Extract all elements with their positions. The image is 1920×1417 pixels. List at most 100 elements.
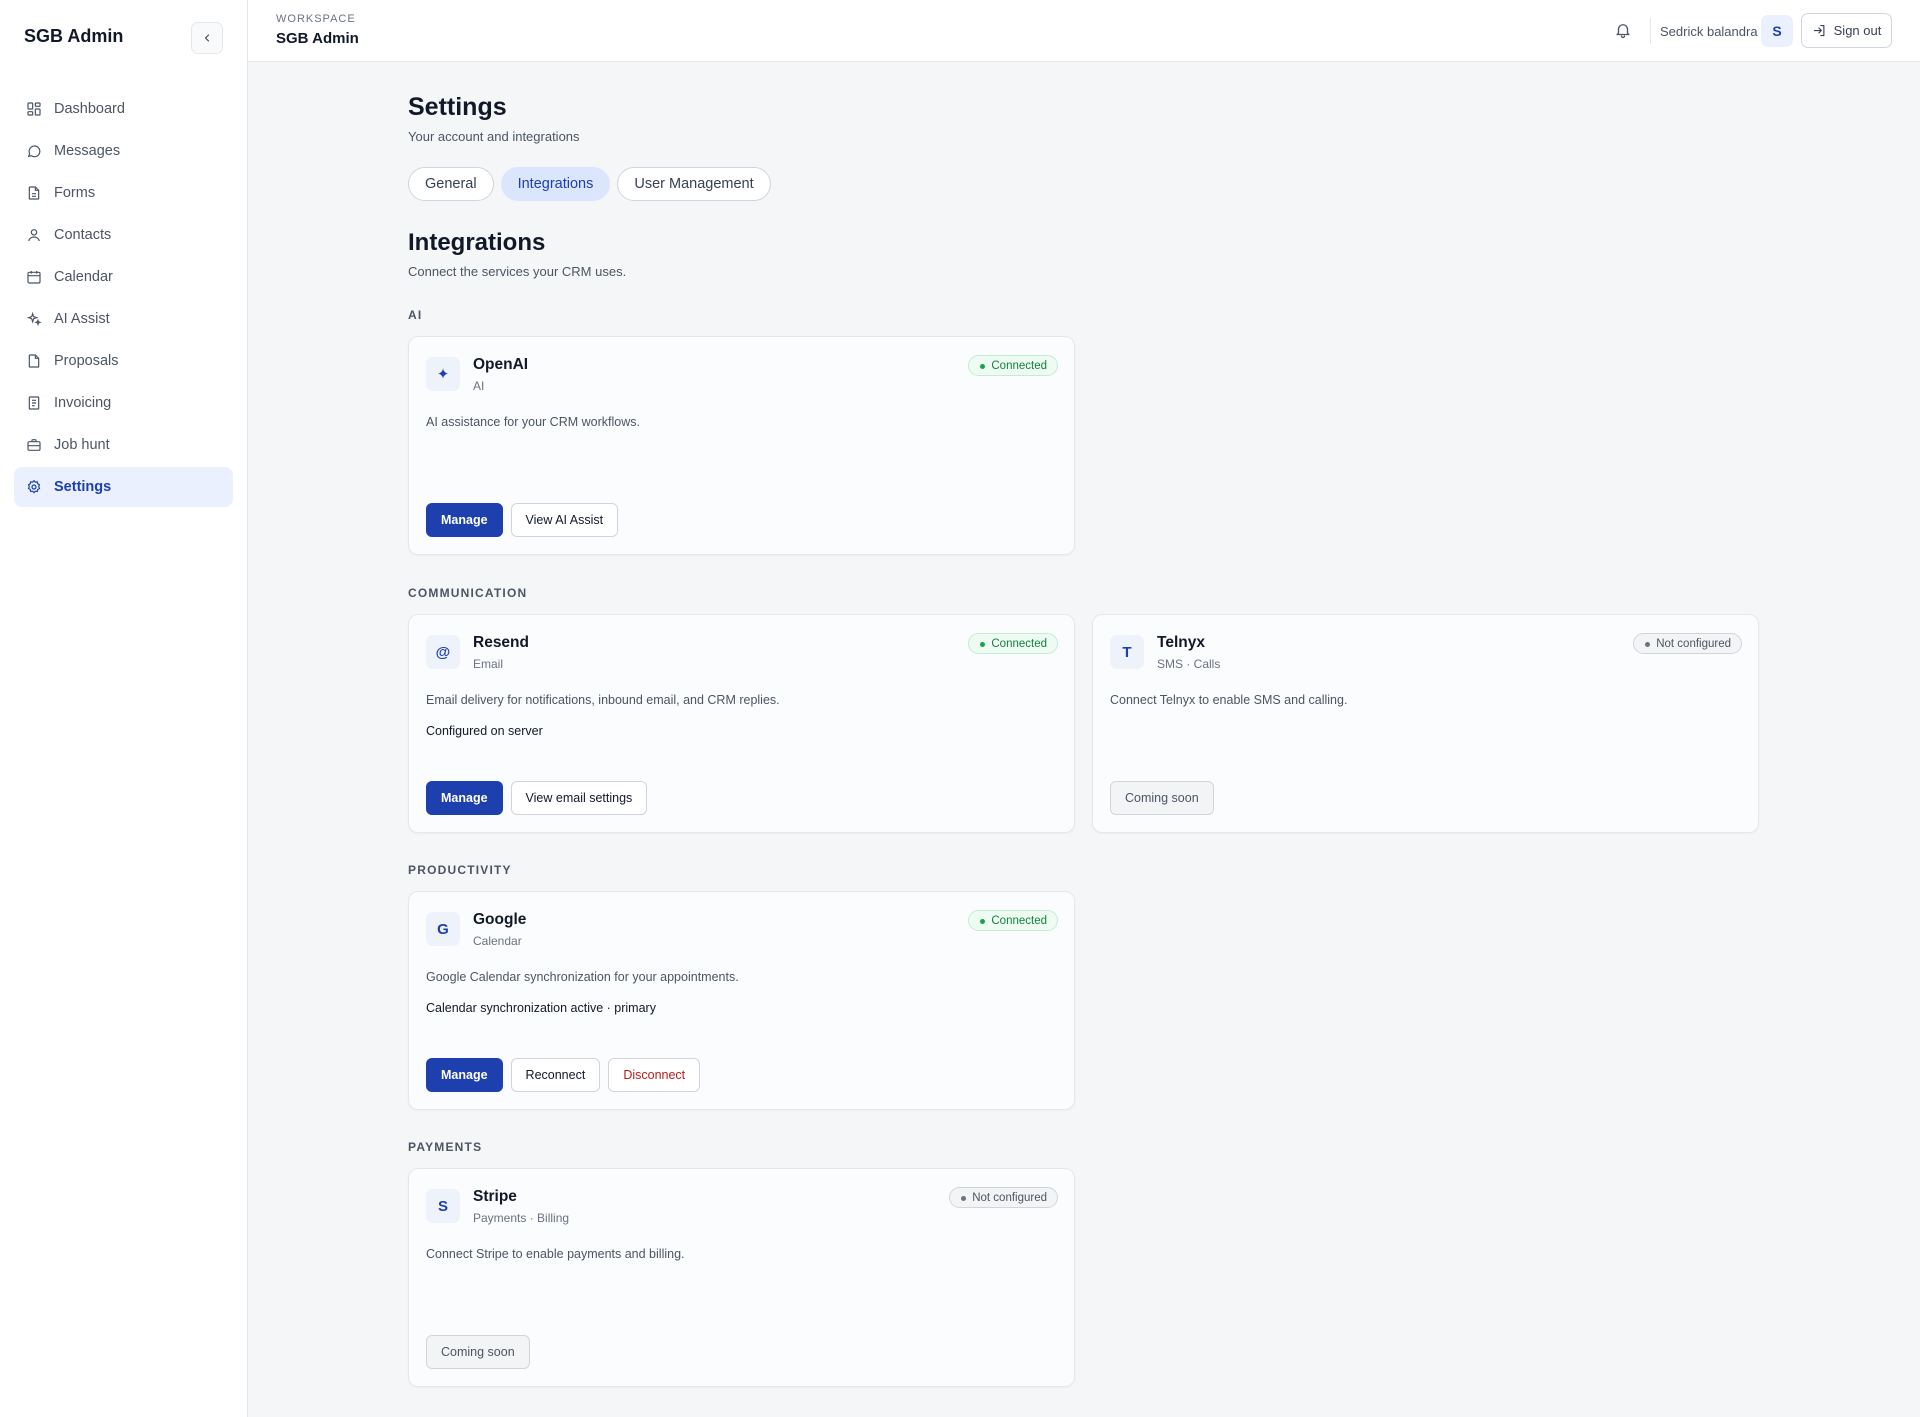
- integration-card-openai: ✦ OpenAI AI Connected AI assistance for …: [408, 336, 1075, 555]
- status-badge: Not configured: [949, 1187, 1058, 1208]
- tab-general[interactable]: General: [408, 167, 494, 201]
- sidebar-item-settings[interactable]: Settings: [14, 467, 233, 507]
- category-ai: AI: [408, 308, 423, 322]
- view-email-settings-button[interactable]: View email settings: [510, 781, 648, 815]
- sidebar-item-job-hunt[interactable]: Job hunt: [14, 425, 233, 465]
- integrations-title: Integrations: [408, 229, 546, 256]
- tab-user-management[interactable]: User Management: [617, 167, 771, 201]
- at-sign-icon: @: [426, 635, 460, 669]
- integration-description: Connect Telnyx to enable SMS and calling…: [1110, 693, 1348, 707]
- page-title: Settings: [408, 93, 507, 121]
- status-badge: Connected: [968, 355, 1058, 376]
- integration-status: Configured on server: [426, 724, 543, 738]
- sidebar-item-label: AI Assist: [54, 311, 110, 327]
- view-ai-assist-button[interactable]: View AI Assist: [510, 503, 619, 537]
- integration-card-resend: @ Resend Email Connected Email delivery …: [408, 614, 1075, 833]
- integration-type: AI: [473, 379, 485, 393]
- sidebar-nav: Dashboard Messages Forms Contacts Calend…: [14, 89, 233, 509]
- sign-in-icon: [1813, 24, 1825, 37]
- topbar: WORKSPACE SGB Admin Sedrick balandra S S…: [248, 0, 1920, 62]
- letter-g-icon: G: [426, 912, 460, 946]
- integration-type: Payments · Billing: [473, 1211, 570, 1225]
- integration-status: Calendar synchronization active · primar…: [426, 1001, 656, 1015]
- sparkle-icon: ✦: [426, 357, 460, 391]
- disconnect-button[interactable]: Disconnect: [608, 1058, 701, 1092]
- sign-out-label: Sign out: [1833, 23, 1882, 38]
- sidebar-item-label: Job hunt: [54, 437, 110, 453]
- sidebar-item-ai-assist[interactable]: AI Assist: [14, 299, 233, 339]
- page-subtitle: Your account and integrations: [408, 129, 580, 144]
- integration-type: Email: [473, 657, 504, 671]
- dashboard-icon: [27, 102, 41, 116]
- chevron-left-icon: [204, 34, 210, 42]
- sidebar-item-messages[interactable]: Messages: [14, 131, 233, 171]
- integration-description: AI assistance for your CRM workflows.: [426, 415, 640, 429]
- bell-icon[interactable]: [1614, 21, 1632, 39]
- sidebar-item-label: Contacts: [54, 227, 112, 243]
- briefcase-icon: [27, 439, 41, 451]
- manage-button[interactable]: Manage: [426, 1058, 503, 1092]
- integration-name: Telnyx: [1157, 634, 1205, 651]
- manage-button[interactable]: Manage: [426, 503, 503, 537]
- integration-description: Connect Stripe to enable payments and bi…: [426, 1247, 685, 1261]
- integrations-subtitle: Connect the services your CRM uses.: [408, 264, 627, 279]
- sidebar-item-label: Settings: [54, 479, 112, 495]
- coming-soon-button: Coming soon: [1110, 781, 1214, 815]
- status-badge: Connected: [968, 633, 1058, 654]
- sidebar-item-dashboard[interactable]: Dashboard: [14, 89, 233, 129]
- calendar-icon: [27, 271, 41, 284]
- integration-card-telnyx: T Telnyx SMS · Calls Not configured Conn…: [1092, 614, 1759, 833]
- tab-integrations[interactable]: Integrations: [500, 167, 611, 201]
- user-name: Sedrick balandra: [1660, 24, 1758, 39]
- integration-card-google: G Google Calendar Connected Google Calen…: [408, 891, 1075, 1110]
- sidebar-item-invoicing[interactable]: Invoicing: [14, 383, 233, 423]
- sidebar-item-label: Calendar: [54, 269, 113, 285]
- status-badge: Not configured: [1633, 633, 1742, 654]
- gear-icon: [27, 479, 41, 494]
- card-actions: Manage View email settings: [426, 781, 648, 815]
- sidebar-item-label: Messages: [54, 143, 121, 159]
- status-badge: Connected: [968, 910, 1058, 931]
- category-payments: PAYMENTS: [408, 1140, 483, 1154]
- integration-name: Stripe: [473, 1188, 517, 1205]
- workspace-name: SGB Admin: [276, 30, 359, 47]
- integration-type: SMS · Calls: [1157, 657, 1221, 671]
- integration-card-stripe: S Stripe Payments · Billing Not configur…: [408, 1168, 1075, 1387]
- integration-description: Email delivery for notifications, inboun…: [426, 693, 780, 707]
- settings-tabs: General Integrations User Management: [408, 167, 771, 201]
- file-icon: [28, 354, 40, 368]
- card-actions: Coming soon: [426, 1335, 530, 1369]
- avatar[interactable]: S: [1761, 15, 1793, 47]
- sidebar-item-label: Proposals: [54, 353, 119, 369]
- sidebar-item-label: Invoicing: [54, 395, 112, 411]
- letter-t-icon: T: [1110, 635, 1144, 669]
- sidebar-item-proposals[interactable]: Proposals: [14, 341, 233, 381]
- sign-out-button[interactable]: Sign out: [1801, 13, 1892, 48]
- collapse-sidebar-button[interactable]: [191, 22, 223, 54]
- card-actions: Coming soon: [1110, 781, 1214, 815]
- integration-name: Google: [473, 911, 527, 928]
- sidebar-item-label: Dashboard: [54, 101, 125, 117]
- integration-description: Google Calendar synchronization for your…: [426, 970, 739, 984]
- sidebar-item-forms[interactable]: Forms: [14, 173, 233, 213]
- manage-button[interactable]: Manage: [426, 781, 503, 815]
- sidebar-item-calendar[interactable]: Calendar: [14, 257, 233, 297]
- card-actions: Manage Reconnect Disconnect: [426, 1058, 701, 1092]
- workspace-label: WORKSPACE: [276, 13, 356, 25]
- user-icon: [28, 229, 40, 242]
- document-icon: [28, 186, 40, 200]
- card-actions: Manage View AI Assist: [426, 503, 619, 537]
- category-communication: COMMUNICATION: [408, 586, 528, 600]
- sidebar-item-contacts[interactable]: Contacts: [14, 215, 233, 255]
- reconnect-button[interactable]: Reconnect: [510, 1058, 601, 1092]
- coming-soon-button: Coming soon: [426, 1335, 530, 1369]
- sidebar-item-label: Forms: [54, 185, 96, 201]
- sidebar: SGB Admin Dashboard Messages Forms Conta…: [0, 0, 248, 1417]
- brand-title: SGB Admin: [24, 26, 124, 46]
- topbar-divider: [1650, 18, 1651, 44]
- receipt-icon: [28, 396, 40, 410]
- integration-type: Calendar: [473, 934, 522, 948]
- message-icon: [27, 145, 41, 158]
- integration-name: Resend: [473, 634, 529, 651]
- letter-s-icon: S: [426, 1189, 460, 1223]
